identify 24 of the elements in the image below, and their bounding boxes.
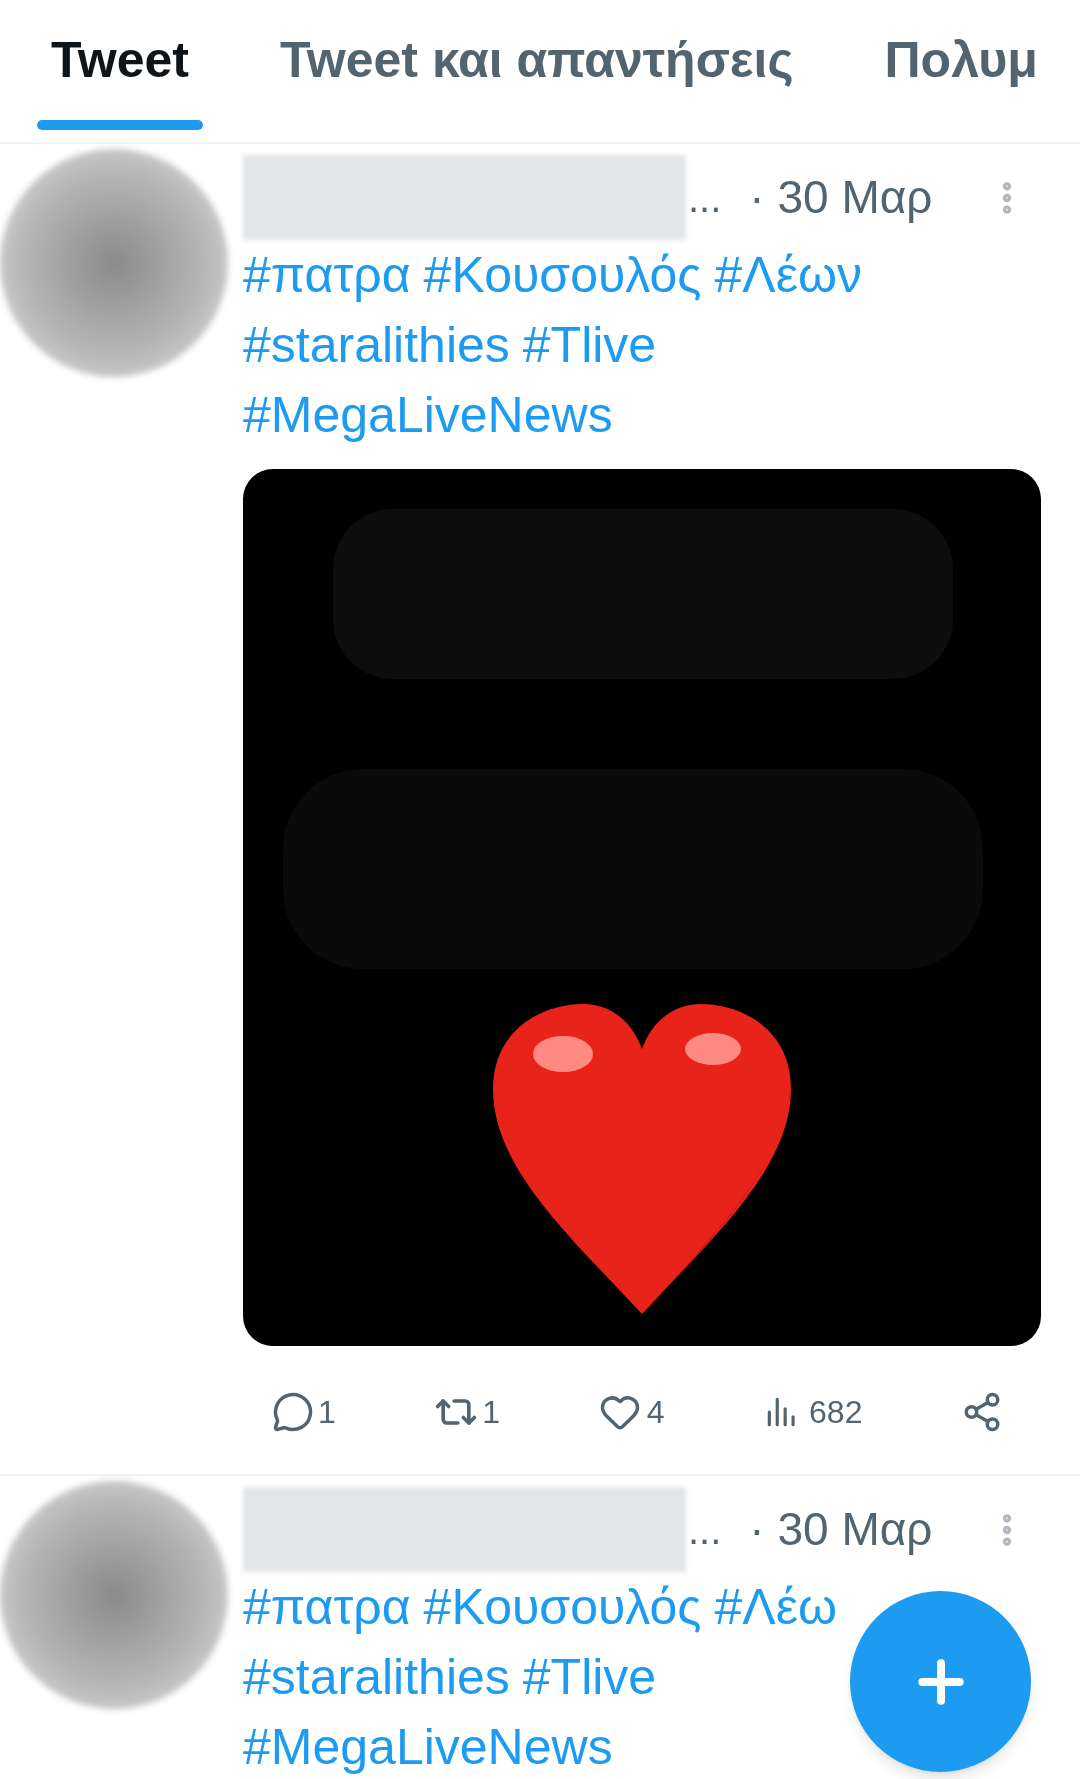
- hashtag-link[interactable]: #πατρα: [243, 240, 411, 310]
- hashtag-link[interactable]: #πατρα: [243, 1572, 411, 1642]
- like-button[interactable]: 4: [598, 1388, 665, 1436]
- reply-icon: [272, 1391, 314, 1433]
- views-button[interactable]: 682: [763, 1388, 863, 1436]
- retweet-button[interactable]: 1: [434, 1388, 501, 1436]
- hashtag-link[interactable]: #Κουσουλός: [423, 1572, 702, 1642]
- hashtag-link[interactable]: #staralithies: [243, 1642, 510, 1712]
- hashtag-link[interactable]: #Tlive: [522, 1642, 657, 1712]
- tab[interactable]: Tweet και απαντήσεις: [266, 0, 808, 130]
- hashtag-link[interactable]: #Λέω: [714, 1572, 837, 1642]
- hashtag-link[interactable]: #Tlive: [522, 310, 657, 380]
- reply-button[interactable]: 1: [272, 1388, 336, 1436]
- hashtag-link[interactable]: #MegaLiveNews: [243, 380, 613, 450]
- name-ellipsis: ...: [688, 1506, 722, 1554]
- hashtag-link[interactable]: #MegaLiveNews: [243, 1712, 613, 1779]
- tab[interactable]: Tweet: [37, 0, 203, 130]
- tweet-date: · 30 Μαρ: [749, 170, 933, 225]
- hashtag-link[interactable]: #staralithies: [243, 310, 510, 380]
- tab[interactable]: Πολυμ: [870, 0, 1052, 130]
- hashtag-link[interactable]: #Λέων: [714, 240, 862, 310]
- name-ellipsis: ...: [688, 174, 722, 222]
- hashtag-link[interactable]: #Κουσουλός: [423, 240, 702, 310]
- tweet-date: · 30 Μαρ: [749, 1502, 933, 1557]
